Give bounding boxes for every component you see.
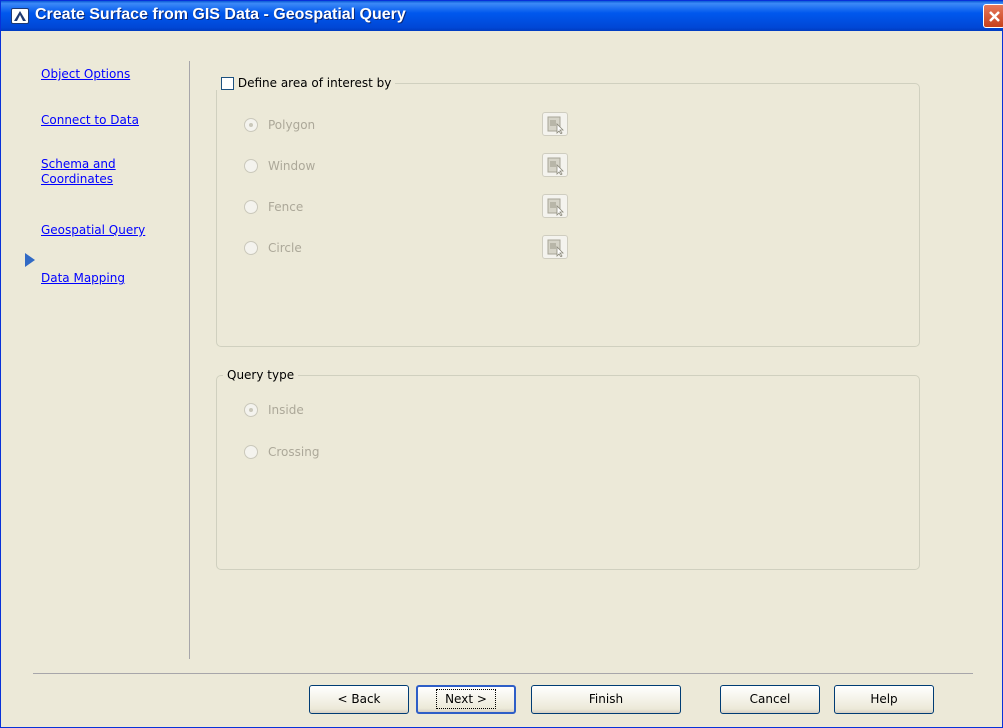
pick-from-drawing-icon xyxy=(547,239,564,257)
nav-divider xyxy=(189,61,190,659)
radio-button[interactable] xyxy=(244,118,258,132)
radio-button[interactable] xyxy=(244,200,258,214)
close-icon xyxy=(989,11,1000,22)
nav-item-data-mapping[interactable]: Data Mapping xyxy=(41,271,171,286)
pick-fence-button[interactable] xyxy=(542,194,568,218)
current-step-arrow-icon xyxy=(25,253,35,267)
finish-button[interactable]: Finish xyxy=(531,685,681,714)
dialog-window: Create Surface from GIS Data - Geospatia… xyxy=(0,0,1003,728)
define-area-checkbox[interactable] xyxy=(221,77,234,90)
cancel-button[interactable]: Cancel xyxy=(720,685,820,714)
nav-item-schema-and-coordinates[interactable]: Schema and Coordinates xyxy=(41,157,141,187)
radio-inside-label: Inside xyxy=(268,403,304,417)
pick-from-drawing-icon xyxy=(547,157,564,175)
pick-from-drawing-icon xyxy=(547,198,564,216)
area-of-interest-legend: Define area of interest by xyxy=(213,76,396,90)
radio-window-label: Window xyxy=(268,159,316,173)
radio-button[interactable] xyxy=(244,241,258,255)
query-type-group xyxy=(216,375,920,570)
radio-button[interactable] xyxy=(244,445,258,459)
window-title: Create Surface from GIS Data - Geospatia… xyxy=(35,6,406,23)
back-button[interactable]: < Back xyxy=(309,685,409,714)
nav-item-object-options[interactable]: Object Options xyxy=(41,67,171,82)
title-bar[interactable]: Create Surface from GIS Data - Geospatia… xyxy=(1,1,1003,31)
app-icon xyxy=(11,8,29,24)
pick-window-button[interactable] xyxy=(542,153,568,177)
close-button[interactable] xyxy=(983,4,1003,28)
wizard-navigation: Object Options Connect to Data Schema an… xyxy=(1,31,189,661)
next-button-label: Next > xyxy=(436,689,496,709)
nav-item-geospatial-query[interactable]: Geospatial Query xyxy=(41,223,171,238)
help-button[interactable]: Help xyxy=(834,685,934,714)
pick-polygon-button[interactable] xyxy=(542,112,568,136)
nav-item-connect-to-data[interactable]: Connect to Data xyxy=(41,113,171,128)
next-button[interactable]: Next > xyxy=(416,685,516,714)
radio-circle-label: Circle xyxy=(268,241,302,255)
radio-button[interactable] xyxy=(244,403,258,417)
pick-from-drawing-icon xyxy=(547,116,564,134)
radio-polygon-label: Polygon xyxy=(268,118,316,132)
radio-fence-label: Fence xyxy=(268,200,304,214)
area-of-interest-group xyxy=(216,83,920,347)
query-type-legend: Query type xyxy=(223,368,299,382)
footer-divider xyxy=(33,673,973,674)
radio-button[interactable] xyxy=(244,159,258,173)
define-area-label[interactable]: Define area of interest by xyxy=(238,76,392,90)
pick-circle-button[interactable] xyxy=(542,235,568,259)
radio-crossing-label: Crossing xyxy=(268,445,320,459)
